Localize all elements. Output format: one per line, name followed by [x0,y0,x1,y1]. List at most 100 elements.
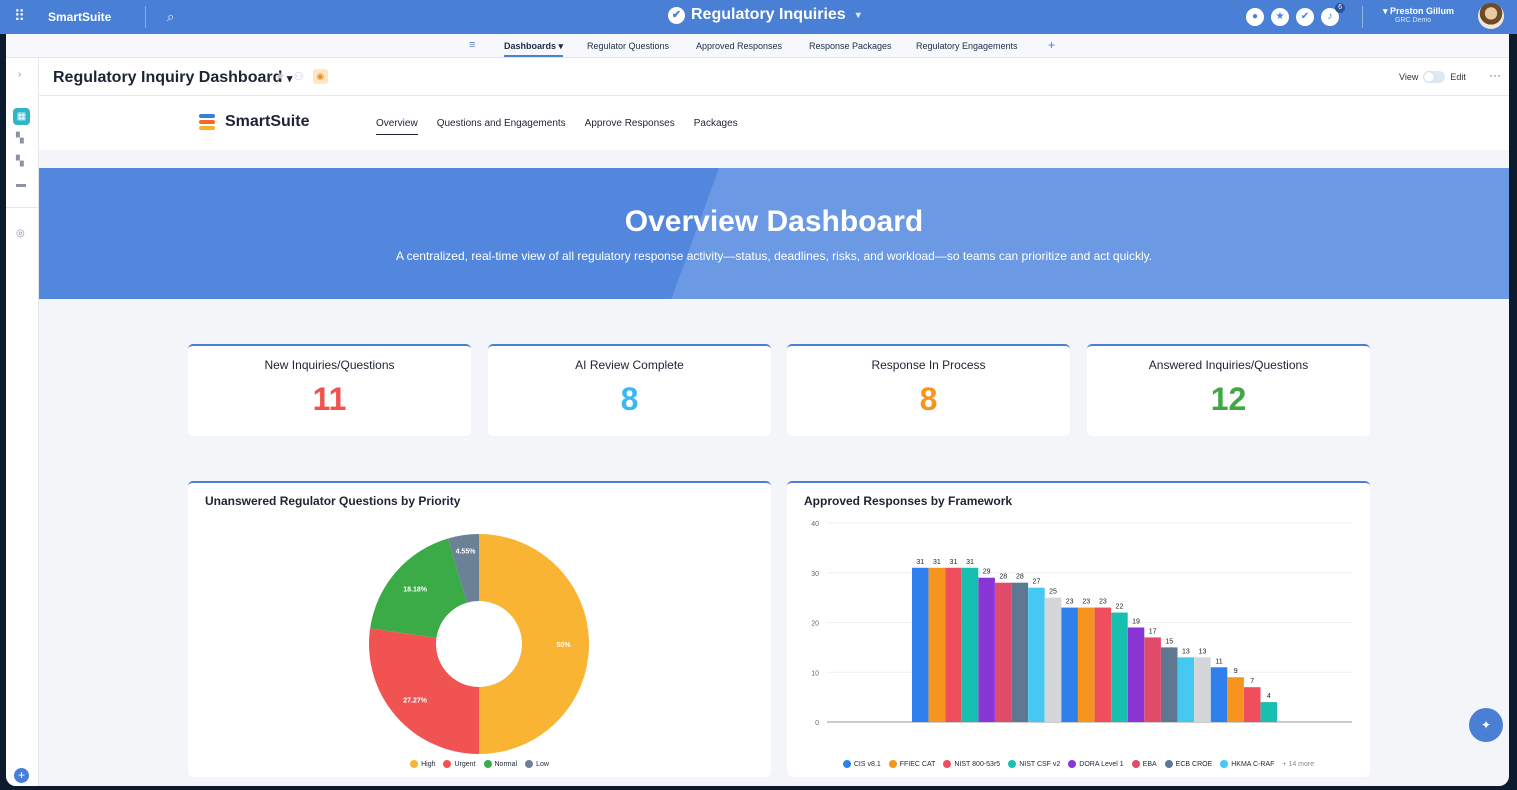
legend-swatch [483,760,492,768]
bar[interactable] [1028,587,1045,722]
grid-view-icon[interactable]: ▚ [16,156,24,167]
bar[interactable] [1011,582,1029,722]
legend-item[interactable]: NIST CSF v2 [1008,760,1060,768]
bell-icon[interactable]: ♪ 6 [1321,3,1345,26]
kpi-value: 12 [1210,381,1247,417]
bar[interactable] [978,577,995,722]
bar[interactable] [961,567,979,722]
bar[interactable] [1094,607,1112,722]
tab-packages[interactable]: Packages [694,118,738,135]
menu-icon[interactable]: ≡ [469,39,475,51]
bar[interactable] [945,567,962,722]
tasks-check-icon[interactable]: ✔ [1296,8,1314,26]
rss-icon[interactable]: ◉ [312,69,328,84]
kpi-card[interactable]: New Inquiries/Questions 11 [188,344,471,436]
legend-item[interactable]: Normal [483,760,517,768]
bar[interactable] [1061,607,1078,722]
legend-swatch [1164,760,1173,768]
view-edit-toggle[interactable]: View Edit [1399,71,1466,83]
tab-regulator-questions[interactable]: Regulator Questions [587,41,669,51]
kpi-card[interactable]: Response In Process 8 [787,344,1070,436]
tab-response-packages[interactable]: Response Packages [809,41,892,51]
brand-name[interactable]: SmartSuite [48,10,111,24]
bar[interactable] [1144,637,1161,722]
legend-swatch [443,760,452,768]
bar-chart[interactable]: 0 10 20 30 40 31 31 31 31 29 28 28 27 25 23 23 23 22 19 17 1… [787,515,1370,755]
more-icon[interactable]: ··· [1489,68,1501,82]
kpi-value: 8 [620,381,639,417]
add-button[interactable]: + [14,768,29,783]
framework-bar-panel: Approved Responses by Framework 0 10 20 30 4… [787,481,1370,777]
star-icon[interactable]: ★ [1271,8,1289,26]
check-icon: ✔ [668,6,685,24]
bar[interactable] [1127,627,1145,722]
bar[interactable] [1260,702,1278,722]
legend-item[interactable]: High [410,760,435,768]
star-icon[interactable]: ★ [275,70,285,83]
pie-slice-high[interactable] [479,534,589,754]
search-icon[interactable]: ⌕ [167,9,174,25]
legend-item[interactable]: FFIEC CAT [888,760,935,768]
bar[interactable] [1227,677,1244,722]
user-name: Preston Gillum [1390,6,1455,16]
toggle-switch[interactable] [1423,71,1446,83]
legend-item[interactable]: CIS v8.1 [842,760,881,768]
kpi-label: Answered Inquiries/Questions [1148,358,1309,372]
user-menu[interactable]: ▾ Preston Gillum GRC Demo [1383,6,1454,24]
bar[interactable] [912,567,929,722]
legend-more[interactable]: + 14 more [1282,760,1314,768]
bar[interactable] [1161,647,1178,722]
bar[interactable] [995,582,1012,722]
slice-label: 18.18% [403,587,428,594]
legend-item[interactable]: DORA Level 1 [1068,760,1124,768]
kpi-card[interactable]: AI Review Complete 8 [488,344,771,436]
kpi-value: 11 [312,381,347,417]
bar[interactable] [1078,607,1095,722]
avatar[interactable] [1478,3,1504,29]
tab-questions-engagements[interactable]: Questions and Engagements [437,118,566,135]
solution-title[interactable]: ✔ Regulatory Inquiries ▾ [668,6,861,24]
legend-item[interactable]: EBA [1131,760,1157,768]
dashboard-subheader: SmartSuite Overview Questions and Engage… [39,96,1509,150]
team-icon[interactable]: ● [1246,8,1264,26]
tab-approve-responses[interactable]: Approve Responses [585,118,675,135]
tab-regulatory-engagements[interactable]: Regulatory Engagements [916,41,1018,51]
priority-pie-panel: Unanswered Regulator Questions by Priori… [188,481,771,777]
bar[interactable] [1210,667,1228,722]
legend-swatch [1068,760,1077,768]
legend-item[interactable]: NIST 800-53r5 [943,760,1000,768]
dashboard-icon[interactable]: ▦ [13,108,30,125]
share-icon[interactable]: ⚇ [294,70,304,83]
grid-view-icon[interactable]: ▚ [16,133,24,144]
expand-chevron-icon[interactable]: › [18,69,21,80]
legend-item[interactable]: Urgent [443,760,476,768]
bar[interactable] [1111,612,1128,722]
bar-value-label: 23 [1082,599,1090,606]
logo-text: SmartSuite [225,113,310,130]
tab-approved-responses[interactable]: Approved Responses [696,41,782,51]
page-title[interactable]: Regulatory Inquiry Dashboard ▾ [53,69,292,87]
pie-slice-urgent[interactable] [369,628,479,754]
tab-overview[interactable]: Overview [376,118,418,135]
bar[interactable] [1194,657,1211,722]
add-tab-button[interactable]: + [1048,38,1055,52]
bar[interactable] [1177,657,1195,722]
legend-item[interactable]: ECB CROE [1164,760,1212,768]
kpi-card[interactable]: Answered Inquiries/Questions 12 [1087,344,1370,436]
ai-assist-button[interactable]: ✦ [1469,708,1503,742]
bar-value-label: 23 [1066,599,1074,606]
top-bar: ⠿ SmartSuite ⌕ ✔ Regulatory Inquiries ▾ … [0,0,1517,34]
settings-icon[interactable]: ◎ [16,228,25,239]
folder-icon[interactable]: ▬ [16,179,26,190]
bar-value-label: 4 [1267,693,1271,700]
apps-grid-icon[interactable]: ⠿ [14,9,30,25]
legend-item[interactable]: Low [525,760,549,768]
bar[interactable] [928,567,946,722]
y-tick-label: 40 [811,521,819,528]
tab-dashboards[interactable]: Dashboards ▾ [504,41,564,57]
bar[interactable] [1244,687,1261,722]
pie-chart[interactable]: 50% 27.27% 18.18% 4.55% [188,503,771,773]
legend-item[interactable]: HKMA C-RAF [1220,760,1274,768]
bar[interactable] [1044,597,1062,722]
legend-swatch [410,760,419,768]
